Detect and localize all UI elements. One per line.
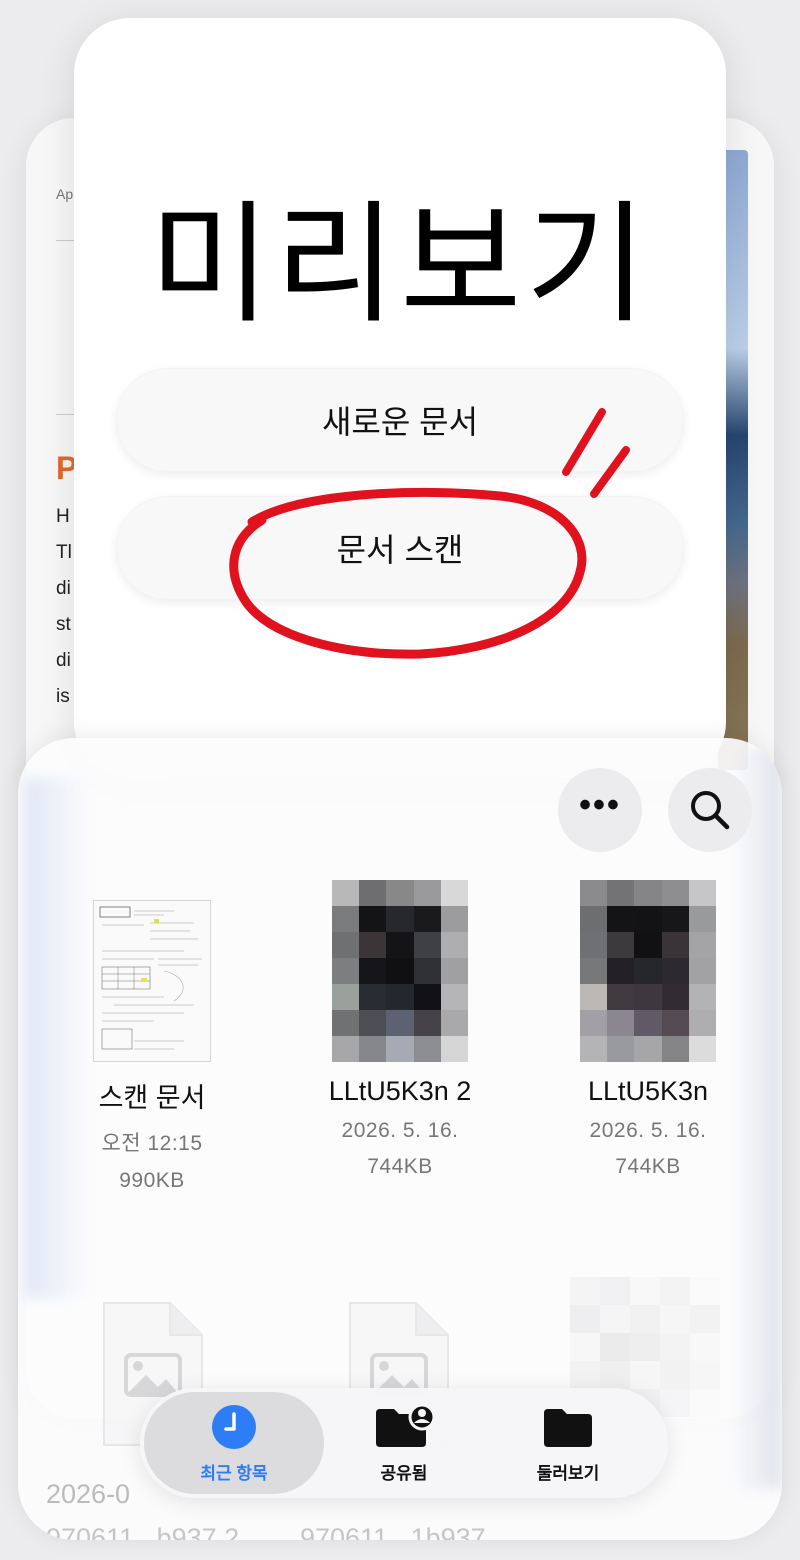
bottom-tab-bar: 최근 항목 공유됨 둘러보기 bbox=[140, 1388, 668, 1498]
file-name: 스캔 문서 bbox=[98, 1083, 206, 1113]
file-size: 744KB bbox=[367, 1155, 433, 1178]
file-date: 2026. 5. 16. bbox=[341, 1119, 459, 1142]
bg-doc-text: Tl bbox=[56, 542, 72, 563]
ellipsis-icon: ••• bbox=[579, 786, 621, 824]
bg-doc-tag: Ap bbox=[56, 186, 74, 202]
pixelated-image-thumbnail bbox=[332, 880, 468, 1062]
shared-folder-icon bbox=[376, 1403, 436, 1447]
search-icon bbox=[691, 791, 730, 830]
bg-doc-text: H bbox=[56, 506, 70, 527]
scanned-doc-thumbnail bbox=[93, 900, 211, 1062]
tab-browse[interactable]: 둘러보기 bbox=[476, 1388, 660, 1498]
scan-document-button[interactable]: 문서 스캔 bbox=[116, 496, 684, 600]
tab-recents[interactable]: 최근 항목 bbox=[144, 1392, 324, 1494]
folder-icon bbox=[544, 1408, 592, 1447]
file-item[interactable]: 스캔 문서 오전 12:15 990KB bbox=[42, 900, 262, 1193]
app-title: 미리보기 bbox=[149, 191, 651, 338]
bg-doc-text: di bbox=[56, 650, 71, 671]
bg-doc-text: st bbox=[56, 614, 71, 635]
pixelated-image-thumbnail bbox=[580, 880, 716, 1062]
new-document-button[interactable]: 새로운 문서 bbox=[116, 368, 684, 472]
more-options-button[interactable]: ••• bbox=[558, 768, 642, 852]
file-name: LLtU5K3n bbox=[587, 1076, 709, 1106]
handwritten-notes-preview bbox=[99, 906, 202, 1050]
file-date: 2026-0 bbox=[46, 1479, 131, 1509]
file-date: 2026. 5. 16. bbox=[589, 1119, 707, 1142]
tab-label: 둘러보기 bbox=[536, 1463, 600, 1483]
preview-launcher-sheet: 미리보기 새로운 문서 문서 스캔 bbox=[74, 18, 726, 778]
file-name: LLtU5K3n 2 bbox=[328, 1076, 472, 1106]
tab-shared[interactable]: 공유됨 bbox=[312, 1388, 496, 1498]
tab-label: 공유됨 bbox=[380, 1463, 428, 1483]
bg-doc-text: is bbox=[56, 686, 70, 707]
tab-label: 최근 항목 bbox=[200, 1463, 268, 1483]
bg-doc-text: di bbox=[56, 578, 71, 599]
file-item[interactable]: LLtU5K3n 2 2026. 5. 16. 744KB bbox=[290, 880, 510, 1179]
file-item[interactable]: LLtU5K3n 2026. 5. 16. 744KB bbox=[538, 880, 758, 1179]
file-date: 오전 12:15 bbox=[101, 1132, 203, 1155]
file-name: 970611...1b937 bbox=[300, 1523, 486, 1540]
clock-icon bbox=[212, 1404, 256, 1449]
search-button[interactable] bbox=[668, 768, 752, 852]
file-name: 970611...b937 2 bbox=[46, 1523, 240, 1540]
file-size: 744KB bbox=[615, 1155, 681, 1178]
file-size: 990KB bbox=[119, 1169, 185, 1192]
